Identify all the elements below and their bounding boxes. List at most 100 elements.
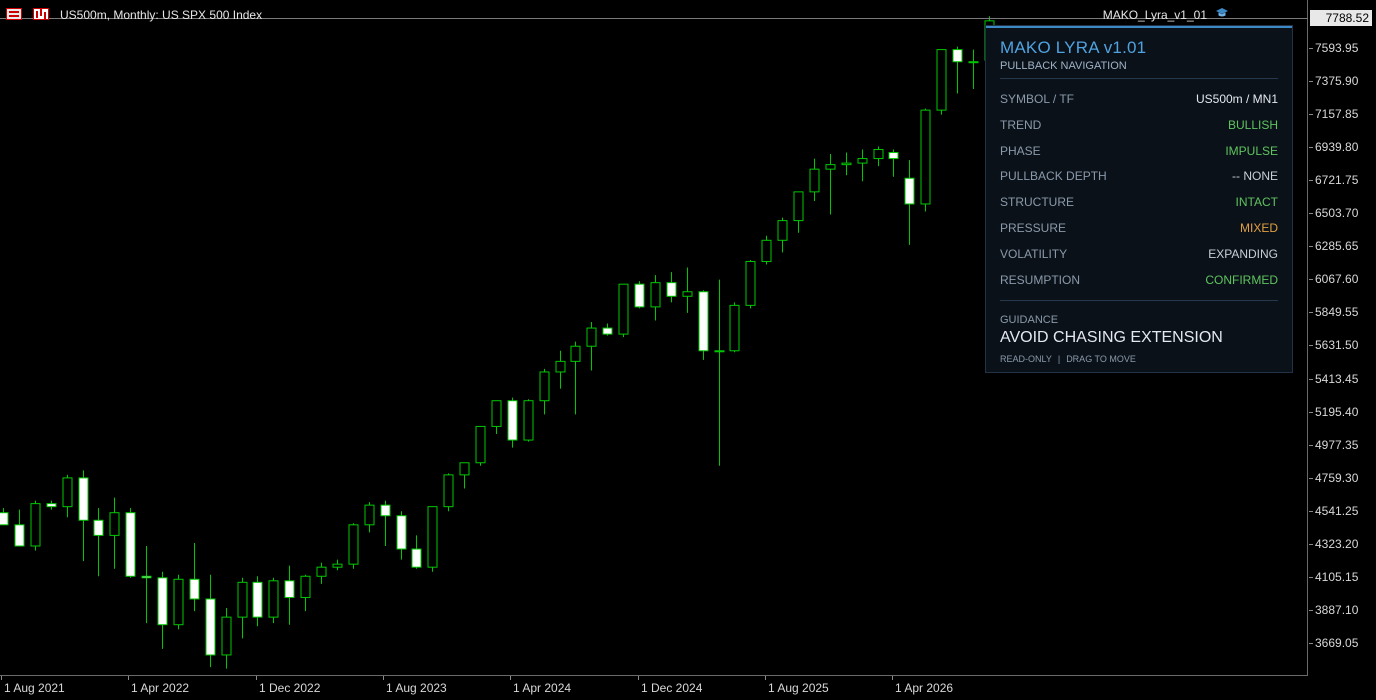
price-tick xyxy=(1309,312,1313,313)
bear-candle xyxy=(602,327,613,335)
bull-candle xyxy=(332,563,343,568)
bear-candle xyxy=(125,512,136,577)
table-icon[interactable] xyxy=(6,8,22,20)
price-tick xyxy=(1309,379,1313,380)
price-label: 5631.50 xyxy=(1315,338,1359,352)
row-label: PHASE xyxy=(1000,143,1041,158)
price-tick xyxy=(1309,478,1313,479)
price-tick xyxy=(1309,544,1313,545)
bull-candle xyxy=(570,345,581,362)
price-label: 4977.35 xyxy=(1315,438,1359,452)
price-label: 6503.70 xyxy=(1315,206,1359,220)
time-tick xyxy=(892,676,893,680)
panel-row: PULLBACK DEPTH -- NONE xyxy=(1000,169,1278,187)
bull-candle xyxy=(348,524,359,565)
bear-candle xyxy=(157,577,168,626)
price-label: 6721.75 xyxy=(1315,173,1359,187)
row-value: CONFIRMED xyxy=(1205,272,1278,287)
bull-candle xyxy=(968,61,979,64)
bull-candle xyxy=(427,506,438,568)
bear-candle xyxy=(634,283,645,308)
panel-divider xyxy=(1000,78,1278,79)
time-axis[interactable]: 1 Aug 2021 1 Apr 2022 1 Dec 2022 1 Aug 2023… xyxy=(0,676,1308,700)
price-axis[interactable]: 7788.52 7593.95 7375.90 7157.85 6939.80 6721… xyxy=(1309,0,1376,676)
guidance-label: GUIDANCE xyxy=(1000,314,1059,326)
row-value: BULLISH xyxy=(1227,117,1278,132)
price-tick xyxy=(1309,246,1313,247)
bear-candle xyxy=(904,177,915,205)
bear-candle xyxy=(93,519,104,536)
bear-candle xyxy=(380,504,391,517)
price-tick xyxy=(1309,643,1313,644)
time-label: 1 Apr 2026 xyxy=(895,681,954,695)
time-label: 1 Dec 2024 xyxy=(641,681,703,695)
bull-candle xyxy=(443,474,454,508)
panel-row: SYMBOL / TF US500m / MN1 xyxy=(1000,92,1278,110)
price-tick xyxy=(1309,345,1313,346)
price-label: 7375.90 xyxy=(1315,74,1359,88)
bear-candle xyxy=(396,515,407,550)
price-tick xyxy=(1309,180,1313,181)
lyra-info-panel[interactable]: MAKO LYRA v1.01 PULLBACK NAVIGATION SYMB… xyxy=(985,25,1293,373)
price-label: 4105.15 xyxy=(1315,570,1359,584)
time-label: 1 Aug 2021 xyxy=(4,681,65,695)
bear-candle xyxy=(507,400,518,441)
bear-candle xyxy=(411,548,422,568)
bull-candle xyxy=(650,282,661,308)
price-tick xyxy=(1309,147,1313,148)
price-tick xyxy=(1309,114,1313,115)
panel-row: PHASE IMPULSE xyxy=(1000,144,1278,162)
bull-candle xyxy=(173,578,184,626)
bull-candle xyxy=(857,158,868,164)
guidance-text: AVOID CHASING EXTENSION xyxy=(1000,329,1223,346)
bull-candle xyxy=(221,616,232,656)
graduation-cap-icon[interactable] xyxy=(1215,6,1229,20)
chart-area[interactable]: US500m, Monthly: US SPX 500 Index MAKO_L… xyxy=(0,0,1308,676)
bear-candle xyxy=(888,152,899,160)
price-label: 6939.80 xyxy=(1315,140,1359,154)
indicator-label[interactable]: MAKO_Lyra_v1_01 xyxy=(1103,8,1207,22)
panel-subtitle: PULLBACK NAVIGATION xyxy=(1000,60,1127,72)
bull-candle xyxy=(793,191,804,222)
bull-candle xyxy=(300,575,311,598)
current-price-label: 7788.52 xyxy=(1310,10,1372,26)
price-tick xyxy=(1309,213,1313,214)
row-label: STRUCTURE xyxy=(1000,195,1074,210)
bull-candle xyxy=(316,566,327,577)
price-label: 5195.40 xyxy=(1315,405,1359,419)
price-label: 7593.95 xyxy=(1315,41,1359,55)
price-label: 4759.30 xyxy=(1315,471,1359,485)
bull-candle xyxy=(237,581,248,618)
bull-candle xyxy=(62,477,73,508)
bull-candle xyxy=(761,239,772,262)
panel-row: PRESSURE MIXED xyxy=(1000,221,1278,239)
row-value: MIXED xyxy=(1239,221,1278,235)
time-label: 1 Apr 2022 xyxy=(131,681,190,695)
bull-candle xyxy=(539,371,550,402)
row-label: PRESSURE xyxy=(1000,221,1067,235)
price-label: 4541.25 xyxy=(1315,504,1359,518)
panel-row: VOLATILITY EXPANDING xyxy=(1000,247,1278,265)
bear-candle xyxy=(284,580,295,598)
time-tick xyxy=(383,676,384,680)
bar-chart-icon[interactable] xyxy=(33,8,49,20)
bear-candle xyxy=(14,524,25,547)
price-label: 7157.85 xyxy=(1315,107,1359,121)
bull-candle xyxy=(491,400,502,427)
row-label: SYMBOL / TF xyxy=(1000,92,1075,106)
bull-candle xyxy=(825,164,836,170)
bull-candle xyxy=(523,400,534,441)
bull-candle xyxy=(586,327,597,347)
bull-candle xyxy=(936,49,947,111)
row-value: -- NONE xyxy=(1232,169,1278,184)
time-tick xyxy=(510,676,511,680)
time-tick xyxy=(256,676,257,680)
row-value: IMPULSE xyxy=(1225,143,1278,158)
price-tick xyxy=(1309,577,1313,578)
price-label: 5849.55 xyxy=(1315,305,1359,319)
row-value: INTACT xyxy=(1235,195,1278,210)
price-label: 3887.10 xyxy=(1315,603,1359,617)
panel-row: RESUMPTION CONFIRMED xyxy=(1000,273,1278,291)
bull-candle xyxy=(873,148,884,160)
price-label: 6067.60 xyxy=(1315,272,1359,286)
